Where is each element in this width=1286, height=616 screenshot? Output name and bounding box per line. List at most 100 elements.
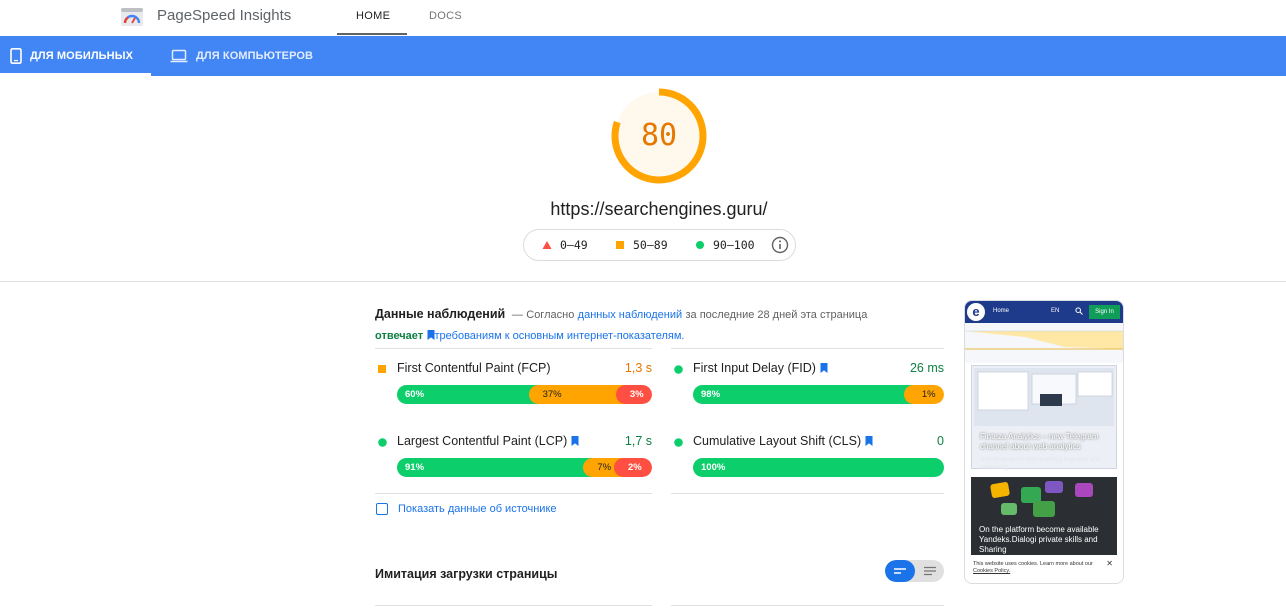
circle-icon — [696, 241, 704, 249]
metric-fid-label: First Input Delay (FID) — [693, 361, 816, 375]
fid-average-segment: 1% — [903, 385, 944, 404]
metric-divider — [375, 348, 652, 349]
metric-cls-value: 0 — [937, 434, 944, 448]
fcp-average-segment: 37% — [528, 385, 626, 404]
lcp-good-segment: 91% — [397, 458, 594, 477]
tab-docs[interactable]: DOCS — [429, 10, 462, 22]
thumb-cookie-link: Cookies Policy. — [973, 568, 1011, 574]
metric-divider — [671, 348, 944, 349]
circle-icon — [674, 365, 683, 374]
thumb-logo: e — [967, 303, 985, 321]
metric-divider — [671, 605, 944, 606]
section-divider — [0, 281, 1286, 282]
legend-average-label: 50–89 — [633, 238, 668, 252]
metric-fcp-name: First Contentful Paint (FCP) — [397, 361, 551, 375]
lcp-poor-segment: 2% — [613, 458, 652, 477]
metric-fcp-label: First Contentful Paint (FCP) — [397, 361, 551, 375]
metric-cls-distribution-bar: 100% — [693, 458, 944, 477]
origin-checkbox[interactable] — [376, 503, 388, 515]
tab-mobile[interactable]: ДЛЯ МОБИЛЬНЫХ — [0, 36, 151, 76]
field-data-summary: Данные наблюдений — Согласно данных набл… — [375, 304, 895, 346]
legend-pass: 90–100 — [695, 238, 755, 252]
thumb-nav-home: Home — [993, 308, 1010, 314]
legend-fail: 0–49 — [542, 238, 588, 252]
thumb-card-telegram: Finteza Analytics – new Telegram channel… — [971, 365, 1117, 471]
metric-lcp-value: 1,7 s — [624, 434, 652, 448]
performance-score: 80 — [640, 118, 678, 153]
device-tab-bar: ДЛЯ МОБИЛЬНЫХ ДЛЯ КОМПЬЮТЕРОВ — [0, 36, 1286, 76]
bookmark-icon — [427, 330, 435, 340]
thumb-cookie-text: This website uses cookies. Learn more ab… — [973, 561, 1093, 567]
metric-lcp-name: Largest Contentful Paint (LCP) — [397, 434, 579, 448]
metric-divider — [671, 493, 944, 494]
analyzed-url: https://searchengines.guru/ — [550, 199, 768, 219]
tab-desktop-label: ДЛЯ КОМПЬЮТЕРОВ — [196, 50, 314, 62]
thumb-card1-sub: Join so as not to miss anything importan… — [980, 457, 1101, 471]
app-title: PageSpeed Insights — [157, 7, 292, 24]
triangle-icon — [542, 241, 552, 249]
metric-lcp-distribution-bar: 91% 7% 2% — [397, 458, 652, 477]
tab-desktop[interactable]: ДЛЯ КОМПЬЮТЕРОВ — [170, 36, 313, 76]
circle-icon — [378, 438, 387, 447]
bookmark-icon — [820, 363, 828, 373]
metric-cls-name: Cumulative Layout Shift (CLS) — [693, 434, 873, 448]
metric-fid-name: First Input Delay (FID) — [693, 361, 828, 375]
page-screenshot-thumbnail: e Home EN Sign In Finteza Analytics – ne… — [964, 300, 1124, 584]
lines-icon — [923, 566, 936, 576]
field-data-dash: — — [511, 309, 523, 321]
square-icon — [616, 241, 624, 249]
metric-divider — [375, 605, 652, 606]
metric-fid: First Input Delay (FID) 26 ms 98% 1% — [671, 361, 944, 421]
search-icon — [1075, 307, 1083, 315]
fcp-good-segment: 60% — [397, 385, 539, 404]
cwv-requirements-link[interactable]: требованиям к основным интернет-показате… — [435, 330, 685, 342]
info-icon[interactable] — [771, 236, 789, 254]
metric-fcp-value: 1,3 s — [624, 361, 652, 375]
cwv-status: отвечает — [375, 330, 424, 342]
thumb-cookie-banner: This website uses cookies. Learn more ab… — [965, 555, 1123, 583]
thumb-sign-in: Sign In — [1089, 305, 1120, 319]
metric-divider — [375, 493, 652, 494]
view-toggle[interactable] — [885, 560, 944, 582]
field-data-title: Данные наблюдений — [375, 307, 506, 321]
fid-good-segment: 98% — [693, 385, 914, 404]
thumb-nav-lang: EN — [1051, 308, 1060, 314]
metric-cls: Cumulative Layout Shift (CLS) 0 100% — [671, 434, 944, 494]
bookmark-icon — [571, 436, 579, 446]
top-header: PageSpeed Insights HOME DOCS — [0, 0, 1286, 36]
metric-lcp-label: Largest Contentful Paint (LCP) — [397, 434, 568, 448]
view-toggle-list[interactable] — [885, 560, 915, 582]
metric-lcp: Largest Contentful Paint (LCP) 1,7 s 91%… — [375, 434, 652, 494]
origin-label: Показать данные об источнике — [398, 503, 557, 515]
thumb-card-dialogi: On the platform become available Yandeks… — [971, 477, 1117, 555]
close-icon: ✕ — [1106, 559, 1113, 568]
device-tab-indicator — [0, 73, 151, 76]
legend-fail-label: 0–49 — [560, 238, 588, 252]
short-lines-icon — [894, 568, 906, 574]
bookmark-icon — [865, 436, 873, 446]
metric-fcp-distribution-bar: 60% 37% 3% — [397, 385, 652, 404]
circle-icon — [674, 438, 683, 447]
cls-good-segment: 100% — [693, 458, 944, 477]
tab-home[interactable]: HOME — [356, 10, 390, 22]
thumb-card-image — [974, 368, 1114, 426]
field-data-middle: за последние 28 дней эта страница — [685, 309, 868, 321]
metric-fid-distribution-bar: 98% 1% — [693, 385, 944, 404]
view-toggle-detail[interactable] — [915, 560, 944, 582]
thumb-card1-title: Finteza Analytics – new Telegram channel… — [980, 432, 1099, 451]
thumb-navbar: e Home EN Sign In — [965, 301, 1123, 323]
score-legend: 0–49 50–89 90–100 — [523, 229, 796, 261]
pagespeed-logo-icon[interactable] — [120, 5, 144, 29]
laptop-icon — [170, 49, 188, 63]
metric-fid-value: 26 ms — [909, 361, 944, 375]
lab-data-title: Имитация загрузки страницы — [375, 567, 558, 581]
smartphone-icon — [10, 48, 22, 64]
active-tab-indicator — [337, 33, 407, 35]
thumb-chart-image — [965, 323, 1123, 363]
legend-average: 50–89 — [615, 238, 668, 252]
metric-fcp: First Contentful Paint (FCP) 1,3 s 60% 3… — [375, 361, 652, 421]
field-data-link[interactable]: данных наблюдений — [578, 309, 682, 321]
field-data-prefix: Согласно — [526, 309, 575, 321]
legend-pass-label: 90–100 — [713, 238, 755, 252]
show-origin-toggle[interactable]: Показать данные об источнике — [376, 503, 557, 515]
